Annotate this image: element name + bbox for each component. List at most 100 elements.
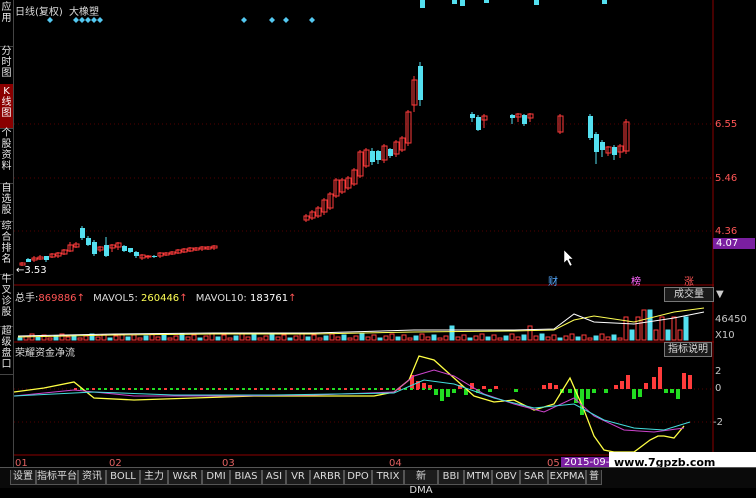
- indicator-bar: [344, 388, 347, 390]
- volume-axis-unit: X10: [715, 330, 735, 341]
- total-volume-value: 869886: [38, 293, 77, 304]
- indicator-bar: [554, 385, 558, 389]
- indicator-tab[interactable]: BOLL: [106, 470, 140, 485]
- indicator-tab[interactable]: 设置: [10, 470, 36, 485]
- mouse-cursor-icon: [563, 249, 574, 267]
- volume-bar: [497, 337, 503, 341]
- volume-bar: [155, 336, 161, 341]
- event-marker-ranking[interactable]: 榜: [631, 273, 641, 288]
- volume-bar: [83, 335, 89, 341]
- volume-bar: [419, 333, 425, 341]
- candle-body: [476, 117, 481, 130]
- left-nav-item[interactable]: 个股资料: [0, 126, 13, 184]
- indicator-tab[interactable]: DMI: [202, 470, 230, 485]
- indicator-bar: [182, 388, 185, 390]
- indicator-bar: [242, 388, 245, 390]
- indicator-bar: [332, 388, 335, 390]
- indicator-tab[interactable]: SAR: [520, 470, 548, 485]
- left-nav-item[interactable]: K线图: [0, 84, 13, 129]
- indicator-tab[interactable]: TRIX: [372, 470, 404, 485]
- period-label[interactable]: 日线(复权): [15, 7, 63, 18]
- volume-bar: [227, 337, 233, 341]
- indicator-tab[interactable]: 资讯: [78, 470, 106, 485]
- volume-bar: [593, 335, 599, 341]
- volume-bar: [557, 337, 563, 341]
- volume-bar: [389, 333, 395, 341]
- indicator-tab[interactable]: MTM: [464, 470, 492, 485]
- candle-body: [134, 252, 139, 256]
- stock-name: 大橡塑: [69, 7, 99, 18]
- indicator-tab[interactable]: 主力: [140, 470, 168, 485]
- candle-body: [534, 0, 539, 5]
- indicator-bar: [350, 388, 353, 390]
- left-nav-item[interactable]: 分时图: [0, 44, 13, 87]
- volume-bar: [281, 334, 287, 341]
- volume-bar: [569, 333, 575, 341]
- indicator-tab[interactable]: ASI: [262, 470, 286, 485]
- signal-diamond-icon: [283, 17, 289, 23]
- volume-bar: [239, 333, 245, 341]
- indicator-bar: [542, 385, 546, 389]
- volume-bar: [629, 329, 635, 341]
- left-nav-item[interactable]: 超级盘口: [0, 324, 13, 375]
- indicator-tab[interactable]: 新DMA: [404, 470, 438, 496]
- volume-bar: [335, 336, 341, 341]
- candle-body: [145, 255, 152, 258]
- indicator-bar: [110, 388, 113, 390]
- indicator-bar: [230, 388, 233, 390]
- volume-bar: [413, 335, 419, 341]
- indicator-axis-label: 0: [715, 383, 722, 394]
- event-marker-limitup[interactable]: 涨: [684, 273, 694, 288]
- left-nav-item[interactable]: 自选股: [0, 181, 13, 222]
- volume-bar: [425, 336, 431, 341]
- volume-bar: [353, 335, 359, 341]
- indicator-bar: [688, 375, 692, 389]
- candle-body: [152, 256, 157, 257]
- indicator-bar: [170, 388, 173, 390]
- volume-bar: [125, 336, 131, 341]
- indicator-tab[interactable]: VR: [286, 470, 310, 485]
- volume-bar: [257, 337, 263, 341]
- indicator-tab[interactable]: 普: [586, 470, 602, 485]
- indicator-bar: [682, 373, 686, 389]
- current-price-tag: 4.07: [713, 238, 755, 249]
- indicator-tab[interactable]: BBI: [438, 470, 464, 485]
- left-nav-item[interactable]: 应用: [0, 0, 13, 47]
- indicator-bar: [482, 386, 486, 389]
- volume-bar: [677, 329, 683, 341]
- indicator-tab[interactable]: BIAS: [230, 470, 262, 485]
- dropdown-chevron-icon[interactable]: ▼: [716, 289, 724, 300]
- indicator-bar: [260, 388, 263, 390]
- volume-bar: [401, 334, 407, 341]
- indicator-tab[interactable]: ARBR: [310, 470, 344, 485]
- volume-indicator-dropdown[interactable]: 成交量: [664, 287, 714, 302]
- indicator-help-button[interactable]: 指标说明: [664, 342, 712, 357]
- candle-body: [452, 0, 457, 4]
- event-marker-finance[interactable]: 财: [548, 273, 558, 288]
- indicator-tab[interactable]: OBV: [492, 470, 520, 485]
- candle-body: [86, 238, 91, 245]
- indicator-bar: [362, 388, 365, 390]
- indicator-tab[interactable]: W&R: [168, 470, 202, 485]
- indicator-bar: [314, 388, 317, 390]
- kline-chart[interactable]: [14, 0, 714, 456]
- candle-body: [612, 147, 617, 155]
- volume-bar: [515, 336, 521, 341]
- signal-diamond-icon: [241, 17, 247, 23]
- volume-bar: [359, 333, 365, 341]
- left-nav-item[interactable]: 牛叉诊股: [0, 272, 13, 327]
- indicator-tab[interactable]: DPO: [344, 470, 372, 485]
- indicator-bar: [604, 389, 608, 393]
- indicator-name[interactable]: 荣耀资金净流: [15, 344, 75, 359]
- left-nav-item[interactable]: 综合排名: [0, 219, 13, 275]
- volume-bars: [17, 309, 689, 341]
- indicator-tab[interactable]: EXPMA: [548, 470, 586, 485]
- indicator-bar: [452, 389, 456, 393]
- volume-bar: [563, 335, 569, 341]
- indicator-bar: [422, 388, 425, 390]
- indicator-tab[interactable]: 指标平台: [36, 470, 78, 485]
- indicator-bar: [152, 388, 155, 390]
- indicator-axis-label: -2: [713, 417, 723, 428]
- indicator-bar: [122, 388, 125, 390]
- volume-bar: [641, 309, 647, 341]
